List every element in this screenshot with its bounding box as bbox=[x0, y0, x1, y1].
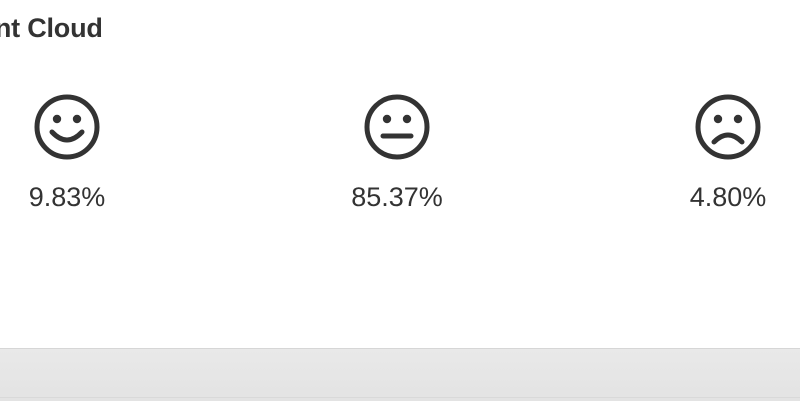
positive-percentage: 9.83% bbox=[28, 182, 106, 212]
negative-sentiment: 4.80% bbox=[628, 92, 800, 213]
footer-divider bbox=[0, 397, 800, 398]
neutral-sentiment: 85.37% bbox=[297, 92, 497, 213]
sentiment-cloud-panel: ent Cloud 9.83% 85.37% 4.80% bbox=[0, 0, 800, 348]
positive-sentiment: 9.83% bbox=[0, 92, 167, 213]
panel-footer bbox=[0, 348, 800, 401]
neutral-face-icon bbox=[364, 94, 430, 160]
smiley-face-icon bbox=[34, 94, 100, 160]
panel-title: ent Cloud bbox=[0, 13, 103, 43]
sad-face-icon bbox=[695, 94, 761, 160]
negative-percentage: 4.80% bbox=[689, 182, 767, 212]
neutral-percentage: 85.37% bbox=[351, 182, 443, 212]
